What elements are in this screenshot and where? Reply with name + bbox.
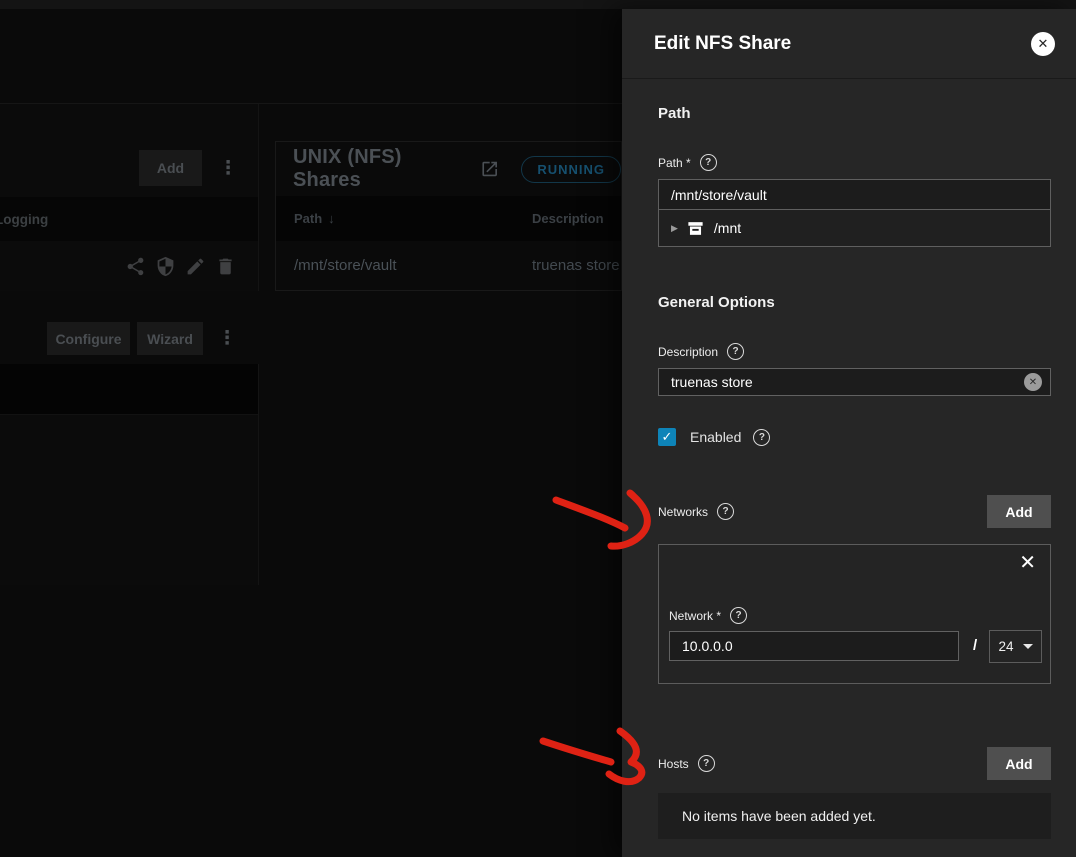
nfs-card-title: UNIX (NFS) Shares [293, 146, 470, 192]
prefix-value: 24 [998, 639, 1013, 654]
row-path-cell: /mnt/store/vault [294, 257, 532, 274]
shield-icon[interactable] [155, 256, 176, 277]
nfs-table-row[interactable]: /mnt/store/vault truenas store [276, 241, 621, 290]
nfs-card-title-row: UNIX (NFS) Shares RUNNING [276, 142, 621, 196]
help-icon[interactable]: ? [753, 429, 770, 446]
enabled-checkbox[interactable]: ✓ [658, 428, 676, 446]
row-action-icons [0, 241, 258, 291]
tree-node-label: /mnt [714, 220, 741, 236]
help-icon[interactable]: ? [698, 755, 715, 772]
cidr-separator: / [973, 637, 977, 654]
network-label: Network * [669, 609, 721, 623]
background-table-header: Logging [0, 197, 258, 241]
close-icon[interactable]: ✕ [1031, 32, 1055, 56]
networks-label: Networks [658, 505, 708, 519]
nfs-shares-card: UNIX (NFS) Shares RUNNING Path ↓ Descrip… [275, 141, 622, 291]
background-add-button[interactable]: Add [139, 150, 202, 186]
kebab-menu-icon[interactable]: ⋮ [214, 150, 242, 186]
hosts-label: Hosts [658, 757, 689, 771]
background-lower-card [0, 364, 259, 585]
network-label-row: Network * ? [669, 607, 747, 624]
description-label-row: Description ? [658, 343, 1051, 360]
description-column-header[interactable]: Description [532, 211, 604, 226]
path-column-header[interactable]: Path ↓ [294, 211, 532, 226]
dataset-icon [686, 219, 705, 238]
logging-column-header[interactable]: Logging [0, 212, 48, 227]
help-icon[interactable]: ? [727, 343, 744, 360]
path-field-label: Path * [658, 156, 691, 170]
app-top-strip [0, 0, 1076, 9]
networks-header-row: Networks ? Add [658, 495, 1051, 528]
clear-input-icon[interactable]: ✕ [1024, 373, 1042, 391]
description-label: Description [658, 345, 718, 359]
general-options-heading: General Options [658, 294, 1051, 311]
prefix-select[interactable]: 24 [989, 630, 1042, 663]
configure-button[interactable]: Configure [47, 322, 130, 355]
background-shares-card: Add ⋮ Logging [0, 104, 259, 291]
help-icon[interactable]: ? [700, 154, 717, 171]
add-host-button[interactable]: Add [987, 747, 1051, 780]
enabled-label: Enabled [690, 429, 741, 445]
add-network-button[interactable]: Add [987, 495, 1051, 528]
network-input[interactable] [669, 631, 959, 661]
path-explorer: ▶ /mnt [658, 179, 1051, 247]
annotation-arrow-networks [556, 500, 625, 528]
help-icon[interactable]: ? [717, 503, 734, 520]
nfs-table-header: Path ↓ Description [276, 196, 621, 241]
tree-expand-icon[interactable]: ▶ [671, 223, 678, 234]
remove-network-icon[interactable]: ✕ [1019, 553, 1036, 573]
status-badge[interactable]: RUNNING [521, 156, 621, 183]
kebab-menu-icon[interactable]: ⋮ [213, 322, 241, 355]
row-description-cell: truenas store [532, 257, 620, 274]
annotation-arrow-hosts [543, 741, 611, 762]
description-input[interactable] [658, 368, 1051, 396]
wizard-button[interactable]: Wizard [137, 322, 203, 355]
panel-body: Path Path * ? ▶ /mnt General Options Des… [622, 79, 1076, 839]
chevron-down-icon [1023, 644, 1033, 649]
enabled-row: ✓ Enabled ? [658, 428, 1051, 446]
path-section-heading: Path [658, 105, 1051, 122]
hosts-empty-text: No items have been added yet. [682, 808, 876, 824]
share-icon[interactable] [125, 256, 146, 277]
edit-pencil-icon[interactable] [185, 256, 206, 277]
background-lower-card-header [0, 364, 258, 415]
hosts-header-row: Hosts ? Add [658, 747, 1051, 780]
path-input[interactable] [659, 180, 1050, 210]
external-link-icon[interactable] [480, 159, 499, 179]
description-field-wrap: ✕ [658, 368, 1051, 396]
edit-nfs-share-panel: Edit NFS Share ✕ Path Path * ? ▶ /mnt Ge… [622, 9, 1076, 857]
sort-desc-icon: ↓ [328, 211, 335, 226]
panel-title: Edit NFS Share [654, 33, 791, 55]
path-column-label: Path [294, 211, 322, 226]
path-field-label-row: Path * ? [658, 154, 1051, 171]
hosts-empty-state: No items have been added yet. [658, 793, 1051, 839]
network-entry-card: ✕ Network * ? / 24 [658, 544, 1051, 684]
help-icon[interactable]: ? [730, 607, 747, 624]
trash-icon[interactable] [215, 256, 236, 277]
tree-node-mnt[interactable]: ▶ /mnt [659, 210, 1050, 246]
panel-header: Edit NFS Share ✕ [622, 9, 1076, 79]
